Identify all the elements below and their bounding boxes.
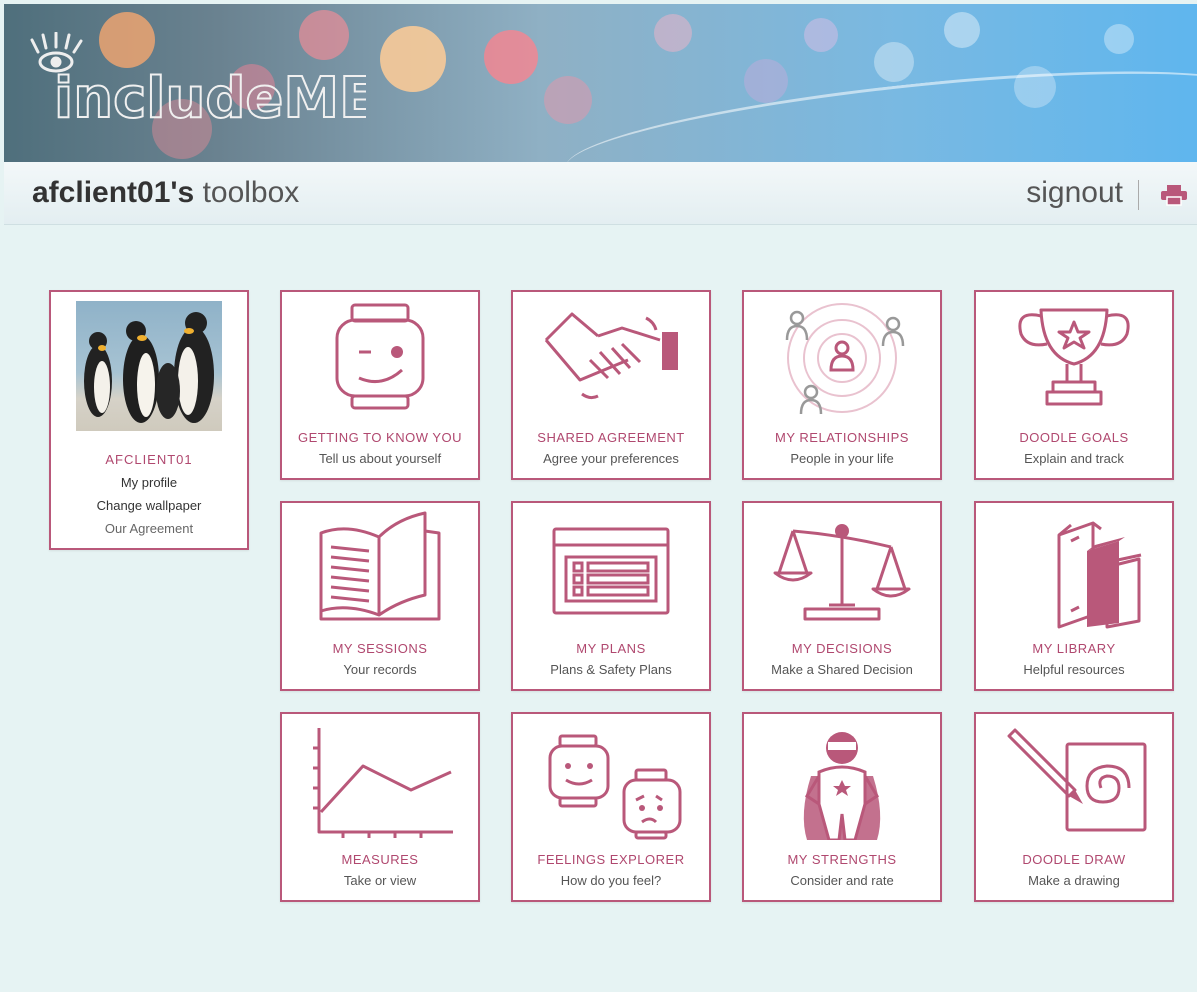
tile-title: MY PLANS bbox=[576, 641, 646, 656]
penguins-image bbox=[84, 312, 214, 423]
includeme-logo: includeME bbox=[30, 32, 366, 132]
header-banner: includeME bbox=[4, 4, 1197, 162]
profile-name: AFCLIENT01 bbox=[105, 452, 193, 467]
tile-doodle-goals[interactable]: DOODLE GOALS Explain and track bbox=[974, 290, 1174, 480]
tile-getting-to-know-you[interactable]: GETTING TO KNOW YOU Tell us about yourse… bbox=[280, 290, 480, 480]
tile-subtitle: Explain and track bbox=[1024, 451, 1124, 466]
bokeh-light bbox=[484, 30, 538, 84]
page-title: afclient01's toolbox bbox=[32, 176, 299, 210]
change-wallpaper-link[interactable]: Change wallpaper bbox=[51, 498, 247, 513]
our-agreement-link[interactable]: Our Agreement bbox=[51, 521, 247, 536]
tile-my-sessions[interactable]: MY SESSIONS Your records bbox=[280, 501, 480, 691]
plan-list-icon bbox=[552, 527, 670, 615]
tile-title: MEASURES bbox=[341, 852, 419, 867]
tile-title: GETTING TO KNOW YOU bbox=[297, 430, 463, 445]
tile-doodle-draw[interactable]: DOODLE DRAW Make a drawing bbox=[974, 712, 1174, 902]
feelings-icon bbox=[548, 734, 682, 840]
bokeh-light bbox=[744, 59, 788, 103]
bokeh-light bbox=[804, 18, 838, 52]
tile-my-library[interactable]: MY LIBRARY Helpful resources bbox=[974, 501, 1174, 691]
tile-my-relationships[interactable]: MY RELATIONSHIPS People in your life bbox=[742, 290, 942, 480]
tile-title: DOODLE DRAW bbox=[1022, 852, 1126, 867]
tile-my-decisions[interactable]: MY DECISIONS Make a Shared Decision bbox=[742, 501, 942, 691]
tile-title: MY RELATIONSHIPS bbox=[775, 430, 909, 445]
tile-title: MY SESSIONS bbox=[332, 641, 428, 656]
my-profile-link[interactable]: My profile bbox=[51, 475, 247, 490]
bokeh-light bbox=[380, 26, 446, 92]
tile-title: DOODLE GOALS bbox=[1019, 430, 1129, 445]
tile-title: MY STRENGTHS bbox=[787, 852, 897, 867]
tile-title: MY DECISIONS bbox=[791, 641, 893, 656]
svg-text:includeME: includeME bbox=[54, 66, 366, 131]
tile-subtitle: Make a Shared Decision bbox=[771, 662, 913, 677]
bokeh-light bbox=[874, 42, 914, 82]
pencil-drawing-icon bbox=[1007, 728, 1147, 832]
superhero-icon bbox=[803, 732, 881, 840]
profile-photo[interactable] bbox=[76, 301, 222, 431]
tile-subtitle: Helpful resources bbox=[1023, 662, 1125, 677]
bokeh-light bbox=[944, 12, 980, 48]
divider bbox=[1138, 180, 1139, 210]
title-suffix: toolbox bbox=[202, 176, 300, 209]
tile-measures[interactable]: MEASURES Take or view bbox=[280, 712, 480, 902]
profile-card: AFCLIENT01 My profile Change wallpaper O… bbox=[49, 290, 249, 550]
bokeh-light bbox=[654, 14, 692, 52]
tile-subtitle: Your records bbox=[343, 662, 417, 677]
tile-subtitle: People in your life bbox=[790, 451, 894, 466]
tile-subtitle: Agree your preferences bbox=[543, 451, 679, 466]
bokeh-light bbox=[1104, 24, 1134, 54]
tile-feelings-explorer[interactable]: FEELINGS EXPLORER How do you feel? bbox=[511, 712, 711, 902]
tile-subtitle: Take or view bbox=[343, 873, 417, 888]
title-bar: afclient01's toolbox signout bbox=[4, 162, 1197, 225]
tile-subtitle: Plans & Safety Plans bbox=[550, 662, 672, 677]
trophy-icon bbox=[1018, 308, 1130, 406]
relationships-icon bbox=[785, 303, 905, 415]
tile-my-strengths[interactable]: MY STRENGTHS Consider and rate bbox=[742, 712, 942, 902]
tile-subtitle: Tell us about yourself bbox=[318, 451, 442, 466]
tile-title: FEELINGS EXPLORER bbox=[537, 852, 685, 867]
tile-title: MY LIBRARY bbox=[1032, 641, 1116, 656]
book-icon bbox=[319, 511, 441, 621]
print-icon[interactable] bbox=[1159, 184, 1189, 206]
scales-icon bbox=[773, 524, 911, 621]
tile-subtitle: Consider and rate bbox=[790, 873, 894, 888]
tile-subtitle: Make a drawing bbox=[1028, 873, 1120, 888]
face-icon bbox=[335, 303, 425, 410]
bokeh-light bbox=[544, 76, 592, 124]
username: afclient01's bbox=[32, 176, 195, 209]
tile-my-plans[interactable]: MY PLANS Plans & Safety Plans bbox=[511, 501, 711, 691]
signout-link[interactable]: signout bbox=[1026, 176, 1123, 210]
books-icon bbox=[1057, 521, 1142, 629]
tile-title: SHARED AGREEMENT bbox=[537, 430, 685, 445]
handshake-icon bbox=[544, 312, 678, 400]
line-chart-icon bbox=[313, 728, 453, 838]
tile-subtitle: How do you feel? bbox=[560, 873, 662, 888]
tile-shared-agreement[interactable]: SHARED AGREEMENT Agree your preferences bbox=[511, 290, 711, 480]
